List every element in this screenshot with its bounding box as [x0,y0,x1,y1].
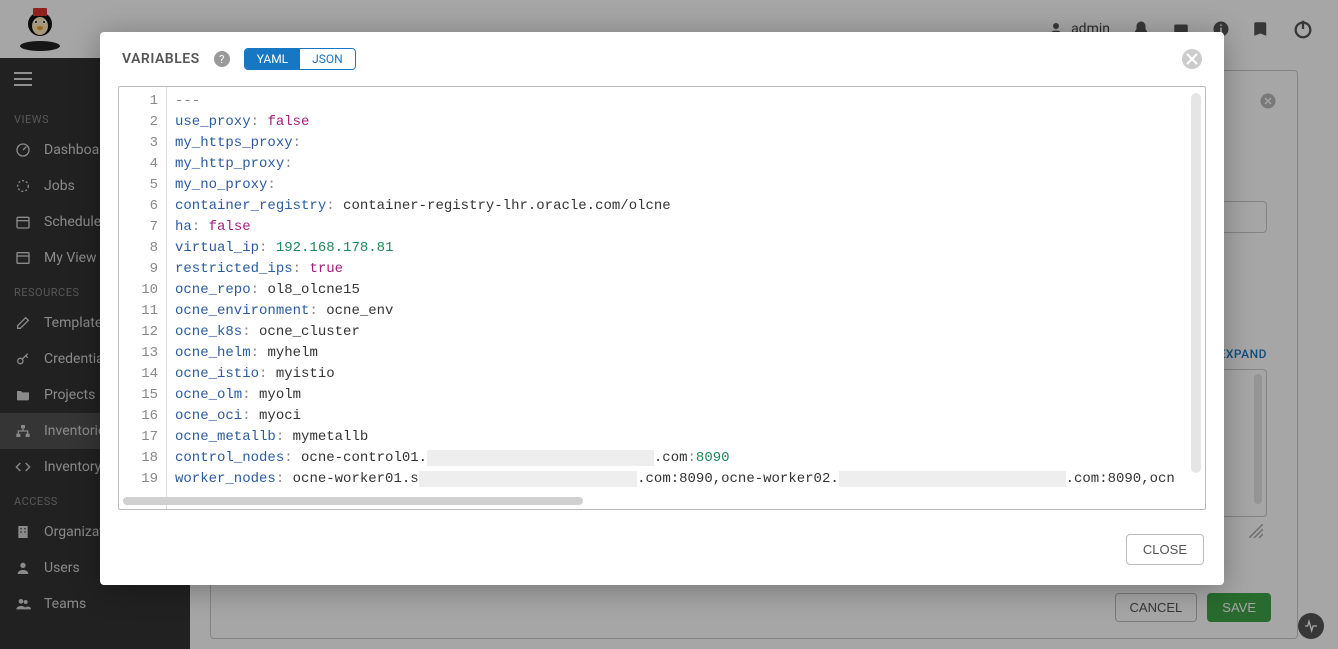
modal-footer: CLOSE [100,510,1224,585]
format-toggle: YAML JSON [244,48,356,70]
line-gutter: 1 2 3 4 5 6 7 8 9 10 11 12 13 14 15 16 1… [119,87,167,509]
toggle-yaml[interactable]: YAML [245,49,300,69]
editor-vscrollbar[interactable] [1191,93,1201,473]
code-editor[interactable]: 1 2 3 4 5 6 7 8 9 10 11 12 13 14 15 16 1… [118,86,1206,510]
help-icon[interactable]: ? [214,51,230,67]
editor-hscrollbar[interactable] [123,497,583,505]
code-content[interactable]: --- use_proxy: false my_https_proxy: my_… [167,87,1205,509]
modal-close-button[interactable] [1182,49,1202,69]
close-button[interactable]: CLOSE [1126,534,1204,565]
modal-header: VARIABLES ? YAML JSON [100,32,1224,80]
variables-modal: VARIABLES ? YAML JSON 1 2 3 4 5 6 7 8 9 … [100,32,1224,585]
toggle-json[interactable]: JSON [300,49,355,69]
modal-title: VARIABLES [122,51,200,67]
